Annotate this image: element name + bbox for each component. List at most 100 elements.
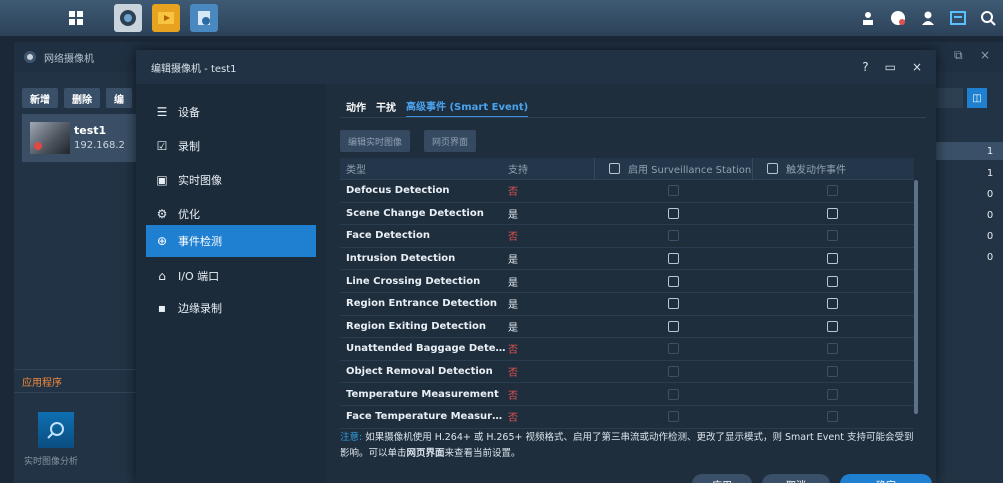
tab-tampering[interactable]: 干扰	[376, 94, 396, 118]
enable-checkbox	[667, 366, 679, 378]
enable-cell	[594, 253, 752, 265]
user-download-icon	[863, 12, 873, 25]
select-all-enable-checkbox[interactable]	[609, 163, 620, 174]
close-icon[interactable]: ×	[912, 60, 922, 74]
video-app-button[interactable]	[152, 4, 180, 32]
search-button[interactable]	[973, 0, 1003, 36]
edit-camera-button[interactable]: 编	[106, 88, 132, 108]
event-type: Scene Change Detection	[346, 207, 484, 219]
help-icon[interactable]: ?	[862, 60, 868, 74]
trigger-cell	[752, 366, 912, 378]
enable-checkbox	[667, 411, 679, 423]
surveillance-app-button[interactable]	[114, 4, 142, 32]
edit-live-view-button[interactable]: 编辑实时图像	[340, 130, 411, 152]
layout-toggle-button[interactable]: ◫	[967, 88, 987, 108]
header-enable-label: 启用 Surveillance Station	[628, 165, 752, 176]
table-row: Object Removal Detection 否	[340, 361, 914, 384]
count-value: 1	[986, 168, 994, 179]
header-support: 支持	[508, 165, 528, 176]
trigger-checkbox[interactable]	[826, 275, 838, 287]
tab-smart-event[interactable]: 高级事件 (Smart Event)	[406, 94, 529, 118]
restore-icon[interactable]: ⧉	[954, 48, 963, 63]
trigger-checkbox	[826, 411, 838, 423]
nav-item-event-detection[interactable]: ⊕ 事件检测	[146, 225, 316, 257]
nav-item-edge-recording[interactable]: ▪ 边缘录制	[146, 292, 316, 324]
target-icon: ⊕	[156, 234, 168, 248]
monitor-icon: ▣	[156, 173, 168, 187]
support-status: 是	[508, 277, 518, 289]
user-button[interactable]	[913, 0, 943, 36]
user-download-button[interactable]	[853, 0, 883, 36]
event-type: Line Crossing Detection	[346, 275, 481, 287]
edit-camera-dialog: 编辑摄像机 - test1 ? ▭ × ☰ 设备 ☑ 录制 ▣ 实时图像 ⚙ 优化 ⊕ 事…	[136, 50, 936, 483]
trigger-cell	[752, 253, 912, 265]
enable-cell	[594, 366, 752, 378]
user-icon	[922, 11, 934, 25]
applications-label: 应用程序	[14, 369, 138, 393]
trigger-cell	[752, 185, 912, 197]
enable-checkbox[interactable]	[667, 253, 679, 265]
widget-button[interactable]	[943, 0, 973, 36]
live-analytics-label: 实时图像分析	[24, 457, 79, 467]
enable-cell	[594, 275, 752, 287]
nav-item-io-port[interactable]: ⌂ I/O 端口	[146, 260, 316, 292]
nav-item-recording[interactable]: ☑ 录制	[146, 130, 316, 162]
sd-icon: ▪	[157, 301, 167, 315]
event-type: Defocus Detection	[346, 185, 450, 197]
nav-item-device[interactable]: ☰ 设备	[146, 96, 316, 128]
tab-motion[interactable]: 动作	[346, 94, 366, 118]
enable-cell	[594, 388, 752, 400]
nav-label: 录制	[178, 140, 200, 153]
count-value: 0	[986, 231, 994, 242]
dialog-sidebar: ☰ 设备 ☑ 录制 ▣ 实时图像 ⚙ 优化 ⊕ 事件检测 ⌂ I/O 端口 ▪ 边缘录制	[136, 84, 326, 483]
tab-bar: 动作 干扰 高级事件 (Smart Event)	[346, 94, 538, 118]
trigger-cell	[752, 207, 912, 219]
apply-button[interactable]: 应用	[692, 474, 752, 483]
grid-menu-icon	[69, 11, 83, 25]
window-title-text: 网络摄像机	[44, 53, 94, 65]
cancel-button[interactable]: 取消	[762, 474, 830, 483]
header-trigger-action: 触发动作事件	[752, 157, 912, 180]
event-type: Temperature Measurement	[346, 388, 499, 400]
search-field[interactable]	[935, 88, 963, 108]
camera-toolbar: 新增 删除 编	[22, 88, 138, 108]
smart-event-table: 类型 支持 启用 Surveillance Station 触发动作事件 Def…	[340, 157, 918, 429]
trigger-cell	[752, 230, 912, 242]
tab-divider	[340, 117, 926, 118]
enable-checkbox[interactable]	[667, 207, 679, 219]
enable-checkbox[interactable]	[667, 298, 679, 310]
chat-button[interactable]	[883, 0, 913, 36]
table-scrollbar[interactable]	[914, 180, 918, 414]
trigger-cell	[752, 275, 912, 287]
support-status: 是	[508, 255, 518, 267]
camera-name: test1	[74, 124, 107, 137]
note-web-interface-link[interactable]: 网页界面	[407, 448, 445, 459]
delete-camera-button[interactable]: 删除	[64, 88, 100, 108]
table-row: Face Temperature Measurem 否	[340, 406, 914, 429]
live-analytics-app[interactable]	[38, 412, 74, 448]
trigger-cell	[752, 298, 912, 310]
trigger-checkbox[interactable]	[826, 320, 838, 332]
trigger-checkbox[interactable]	[826, 207, 838, 219]
nav-item-live-view[interactable]: ▣ 实时图像	[146, 164, 316, 196]
select-all-trigger-checkbox[interactable]	[767, 163, 778, 174]
close-icon[interactable]: ×	[980, 48, 990, 62]
trigger-checkbox	[826, 230, 838, 242]
camera-card[interactable]: test1 192.168.2	[22, 114, 142, 162]
support-status: 否	[508, 345, 518, 357]
enable-checkbox[interactable]	[667, 275, 679, 287]
dialog-title: 编辑摄像机 - test1	[136, 50, 936, 84]
count-value: 1	[986, 146, 994, 157]
web-interface-button[interactable]: 网页界面	[424, 130, 477, 152]
enable-checkbox[interactable]	[667, 320, 679, 332]
maximize-icon[interactable]: ▭	[885, 60, 896, 74]
trigger-checkbox[interactable]	[826, 298, 838, 310]
event-type: Face Detection	[346, 230, 430, 242]
trigger-checkbox[interactable]	[826, 253, 838, 265]
enable-checkbox	[667, 388, 679, 400]
ok-button[interactable]: 确定	[840, 474, 932, 483]
surveillance-icon	[120, 10, 136, 26]
camera-app-button[interactable]	[190, 4, 218, 32]
main-menu-button[interactable]	[58, 3, 94, 33]
add-camera-button[interactable]: 新增	[22, 88, 58, 108]
